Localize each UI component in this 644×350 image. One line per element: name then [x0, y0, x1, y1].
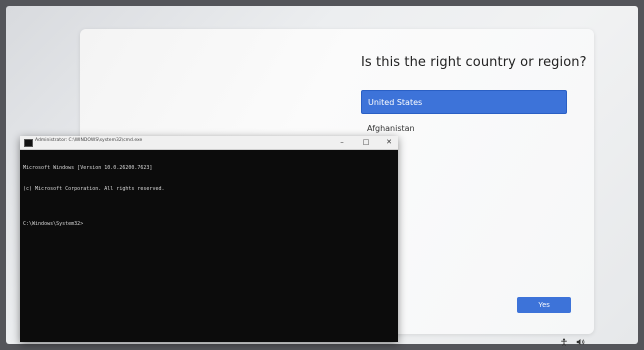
terminal-icon: [24, 139, 33, 147]
cmd-window[interactable]: Administrator: C:\WINDOWS\system32\cmd.e…: [20, 136, 398, 342]
cmd-line: (c) Microsoft Corporation. All rights re…: [23, 186, 165, 192]
cmd-output[interactable]: Microsoft Windows [Version 10.0.26200.76…: [23, 151, 164, 242]
cmd-title: Administrator: C:\WINDOWS\system32\cmd.e…: [35, 138, 143, 143]
volume-icon[interactable]: [576, 338, 585, 348]
country-item-united-states[interactable]: United States: [361, 90, 567, 114]
close-icon[interactable]: ✕: [381, 136, 397, 149]
page-title: Is this the right country or region?: [361, 55, 587, 70]
maximize-icon[interactable]: □: [358, 136, 374, 149]
cmd-line: Microsoft Windows [Version 10.0.26200.76…: [23, 165, 153, 171]
cmd-prompt: C:\Windows\System32>: [23, 221, 84, 227]
accessibility-icon[interactable]: [560, 338, 568, 348]
minimize-icon[interactable]: –: [334, 136, 350, 149]
yes-button[interactable]: Yes: [517, 297, 571, 313]
cmd-titlebar[interactable]: Administrator: C:\WINDOWS\system32\cmd.e…: [20, 136, 398, 150]
